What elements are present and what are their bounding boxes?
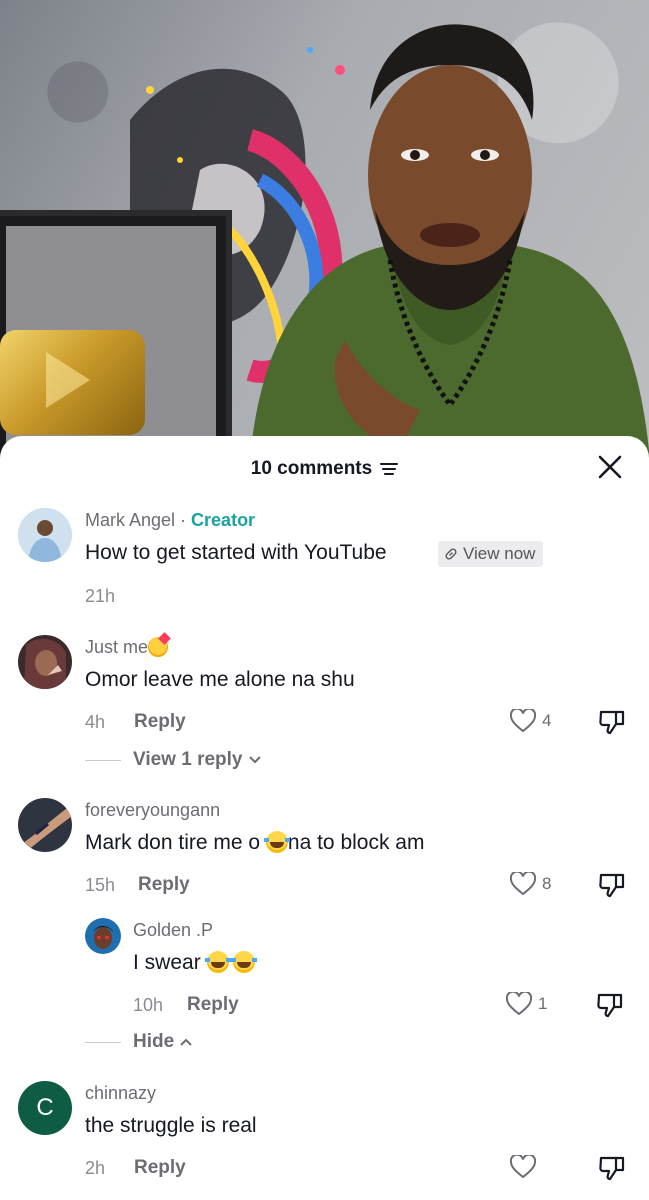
comments-header: 10 comments	[0, 454, 649, 484]
comment-count-title: 10 comments	[250, 458, 373, 479]
reply-text: I swear	[133, 951, 257, 975]
like-count: 8	[542, 874, 552, 893]
comment-text: Mark don tire me o na to block am	[85, 831, 425, 854]
comments-sheet: 10 comments Mark Angel · Creator How to …	[0, 436, 649, 1200]
dislike-icon[interactable]	[598, 872, 626, 898]
laughing-tears-emoji	[204, 951, 231, 973]
view-replies-button[interactable]: View 1 reply	[85, 749, 262, 771]
like-count: 1	[538, 994, 548, 1013]
gold-play-button-award	[0, 330, 145, 435]
creator-badge: Creator	[191, 510, 256, 530]
heart-icon	[510, 1155, 536, 1179]
avatar[interactable]	[18, 798, 72, 852]
view-now-chip[interactable]: View now	[438, 541, 544, 567]
chevron-up-icon	[180, 1038, 192, 1046]
laughing-tears-emoji	[230, 951, 257, 973]
avatar[interactable]	[18, 635, 72, 689]
video-player[interactable]	[0, 0, 649, 460]
comment-text: How to get started with YouTube	[85, 541, 387, 564]
comment-timestamp: 21h	[85, 586, 116, 606]
comment-username[interactable]: foreveryoungann	[85, 800, 220, 821]
reply-username[interactable]: Golden .P	[133, 920, 213, 941]
comment-text: Omor leave me alone na shu	[85, 668, 355, 691]
dislike-icon[interactable]	[598, 1155, 626, 1181]
sort-icon[interactable]	[380, 462, 399, 476]
comment-item: Mark Angel · Creator How to get started …	[0, 508, 649, 618]
comment-text: the struggle is real	[85, 1114, 257, 1137]
smiling-hearts-emoji	[148, 637, 169, 657]
creator-video-person	[250, 24, 649, 460]
laughing-tears-emoji	[263, 831, 290, 853]
like-button[interactable]	[510, 1155, 542, 1179]
avatar[interactable]	[18, 508, 72, 562]
like-count: 4	[542, 711, 552, 730]
reply-button[interactable]: Reply	[134, 711, 186, 733]
comment-item: foreveryoungann Mark don tire me o na to…	[0, 798, 649, 1058]
avatar[interactable]: C	[18, 1081, 72, 1135]
close-icon[interactable]	[597, 454, 623, 480]
reply-button[interactable]: Reply	[187, 994, 239, 1016]
comment-username[interactable]: chinnazy	[85, 1083, 156, 1104]
like-button[interactable]: 1	[506, 992, 547, 1016]
like-button[interactable]: 8	[510, 872, 551, 896]
comment-timestamp: 15h	[85, 875, 116, 895]
comment-timestamp: 2h	[85, 1158, 106, 1178]
link-icon	[445, 548, 457, 560]
heart-icon	[510, 872, 536, 896]
dislike-icon[interactable]	[598, 709, 626, 735]
comment-username[interactable]: Mark Angel · Creator	[85, 510, 255, 531]
chevron-down-icon	[248, 756, 261, 764]
dislike-icon[interactable]	[596, 992, 624, 1018]
avatar-letter: C	[36, 1094, 54, 1121]
reply-timestamp: 10h	[133, 995, 164, 1015]
comment-timestamp: 4h	[85, 712, 106, 732]
reply-avatar[interactable]	[85, 918, 121, 954]
like-button[interactable]: 4	[510, 709, 551, 733]
heart-icon	[506, 992, 532, 1016]
reply-button[interactable]: Reply	[134, 1157, 186, 1179]
comment-item: Just me Omor leave me alone na shu 4h Re…	[0, 635, 649, 775]
comment-item: C chinnazy the struggle is real 2h Reply	[0, 1081, 649, 1200]
comment-username[interactable]: Just me	[85, 637, 169, 658]
reply-button[interactable]: Reply	[138, 874, 190, 896]
hide-replies-button[interactable]: Hide	[85, 1031, 193, 1053]
heart-icon	[510, 709, 536, 733]
